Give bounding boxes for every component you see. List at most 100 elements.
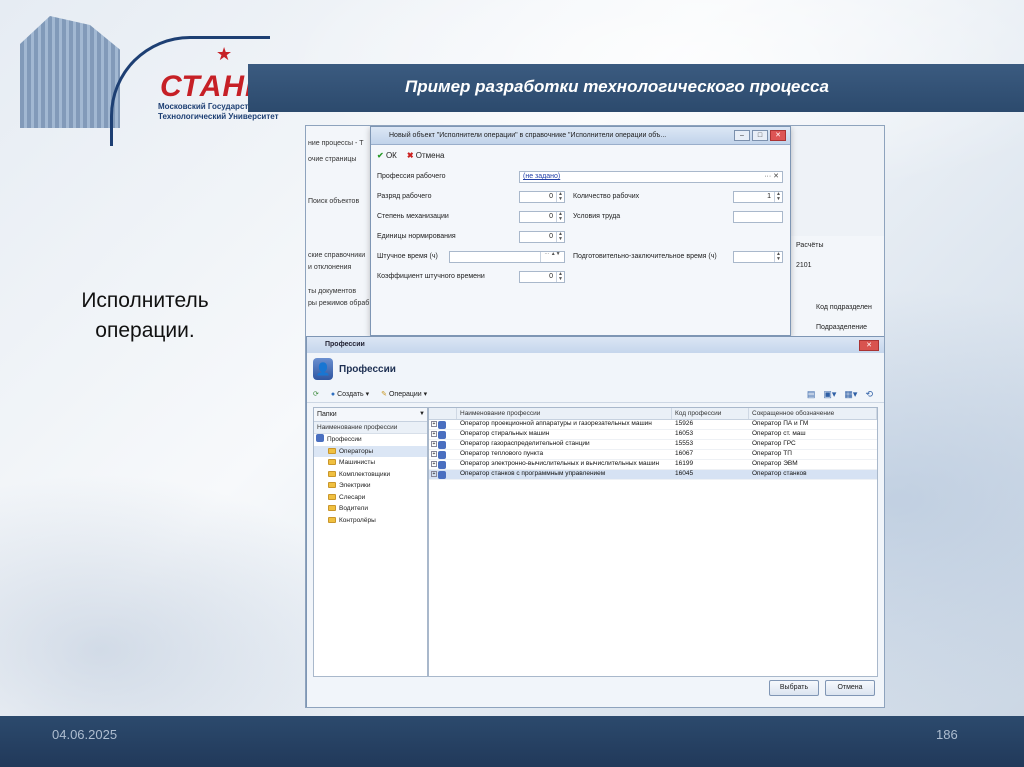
- folder-label: Электрики: [339, 482, 371, 489]
- executor-dialog: Новый объект "Исполнители операции" в сп…: [370, 126, 791, 336]
- ellipsis-spin-icon[interactable]: ··· ▲▼: [540, 252, 564, 262]
- background-app-right-panel: Расчёты 2101 Код подразделен Подразделен…: [790, 236, 884, 336]
- tree-root-label: Профессии: [327, 436, 362, 443]
- tree-folder[interactable]: Электрики: [314, 480, 427, 492]
- tree-root[interactable]: Профессии: [314, 434, 427, 446]
- reload-icon[interactable]: ⟲: [865, 389, 873, 400]
- folder-label: Слесари: [339, 493, 366, 501]
- cancel-button[interactable]: ✖ Отмена: [407, 151, 445, 160]
- filter-icon[interactable]: ▣▾: [823, 389, 836, 400]
- spin-icon[interactable]: ▲ ▼: [774, 252, 782, 262]
- table-row[interactable]: + Оператор газораспределительной станции…: [429, 440, 877, 450]
- cancel-label: Отмена: [415, 150, 445, 160]
- coef-stepper[interactable]: 0 ▲ ▼: [519, 271, 565, 283]
- cancel-button[interactable]: Отмена: [825, 680, 875, 696]
- ellipsis-clear-icon[interactable]: ··· ✕: [764, 172, 779, 182]
- tree-folder[interactable]: Слесари: [314, 492, 427, 504]
- grade-stepper[interactable]: 0 ▲ ▼: [519, 191, 565, 203]
- folder-label: Контролёры: [339, 516, 376, 524]
- tree-folder[interactable]: Машинисты: [314, 457, 427, 469]
- units-stepper[interactable]: 0 ▲ ▼: [519, 231, 565, 243]
- profession-field[interactable]: (не задано) ··· ✕: [519, 171, 783, 183]
- folder-icon: [328, 482, 336, 488]
- column-header-name[interactable]: Наименование профессии: [457, 408, 672, 419]
- expand-icon[interactable]: +: [431, 451, 437, 457]
- expand-icon[interactable]: +: [431, 421, 437, 427]
- ok-button[interactable]: ✔ ОК: [377, 151, 397, 160]
- operations-button[interactable]: ✎ Операции ▾: [381, 390, 427, 398]
- table-row[interactable]: + Оператор стиральных машин 16053 Операт…: [429, 430, 877, 440]
- table-row[interactable]: + Оператор проекционной аппаратуры и газ…: [429, 420, 877, 430]
- tree-folder[interactable]: Водители: [314, 503, 427, 515]
- folder-label: Машинисты: [339, 459, 376, 466]
- refresh-icon[interactable]: ⟳: [313, 390, 319, 398]
- prep-time-field[interactable]: ▲ ▼: [733, 251, 783, 263]
- profession-icon: [438, 471, 446, 479]
- spin-icon[interactable]: ▲ ▼: [774, 192, 782, 202]
- tab-calculations[interactable]: Расчёты: [796, 242, 824, 249]
- slide-page-number: 186: [936, 727, 958, 742]
- table-row[interactable]: + Оператор теплового пункта 16067 Операт…: [429, 450, 877, 460]
- units-label: Единицы нормирования: [377, 233, 456, 240]
- close-button[interactable]: ✕: [859, 340, 879, 351]
- workers-stepper[interactable]: 1 ▲ ▼: [733, 191, 783, 203]
- column-header-short[interactable]: Сокращенное обозначение: [749, 408, 877, 419]
- close-button[interactable]: ✕: [770, 130, 786, 141]
- cell-name: Оператор станков с программным управлени…: [460, 470, 606, 477]
- expand-icon[interactable]: +: [431, 461, 437, 467]
- minimize-button[interactable]: –: [734, 130, 750, 141]
- piece-time-field[interactable]: ··· ▲▼: [449, 251, 565, 263]
- table-row[interactable]: + Оператор станков с программным управле…: [429, 470, 877, 480]
- spin-icon[interactable]: ▲ ▼: [556, 212, 564, 222]
- expand-icon[interactable]: +: [431, 431, 437, 437]
- piece-time-label: Штучное время (ч): [377, 253, 438, 260]
- folders-panel: Папки ▼ Наименование профессии Профессии…: [313, 407, 428, 677]
- bg-col-header: Код подразделен: [816, 304, 872, 311]
- columns-icon[interactable]: ▦▾: [844, 389, 857, 400]
- profession-icon: [438, 441, 446, 449]
- workers-label: Количество рабочих: [573, 193, 640, 200]
- dialog-buttons: Выбрать Отмена: [769, 680, 875, 696]
- cell-name: Оператор газораспределительной станции: [460, 440, 590, 447]
- professions-toolbar: ⟳ ● Создать ▾ ✎ Операции ▾: [307, 385, 884, 403]
- maximize-button[interactable]: □: [752, 130, 768, 141]
- side-caption-line1: Исполнитель: [81, 289, 209, 312]
- row-icons: +: [429, 450, 457, 459]
- professions-dialog: Профессии ✕ 👤 Профессии ⟳ ● Создать ▾ ✎ …: [306, 336, 884, 707]
- bg-row: ты документов: [308, 288, 357, 295]
- row-icons: +: [429, 420, 457, 429]
- spin-icon[interactable]: ▲ ▼: [556, 192, 564, 202]
- group-icon[interactable]: ▤: [807, 389, 816, 400]
- professions-icon: [316, 434, 324, 442]
- professions-header-title: Профессии: [339, 363, 396, 375]
- mech-stepper[interactable]: 0 ▲ ▼: [519, 211, 565, 223]
- cell-code: 16199: [675, 460, 694, 467]
- spin-icon[interactable]: ▲ ▼: [556, 272, 564, 282]
- folders-dropdown[interactable]: Папки ▼: [314, 408, 427, 422]
- folder-icon: [328, 516, 336, 523]
- column-header-code[interactable]: Код профессии: [672, 408, 749, 419]
- operations-label: Операции: [388, 390, 422, 398]
- bg-row: ние процессы - Т: [308, 140, 364, 147]
- bg-row: Поиск объектов: [308, 198, 360, 205]
- tree-folder[interactable]: Контролёры: [314, 515, 427, 527]
- expand-icon[interactable]: +: [431, 441, 437, 447]
- profession-icon: [438, 461, 446, 469]
- conditions-field[interactable]: [733, 211, 783, 223]
- tree-folder[interactable]: Операторы: [314, 445, 427, 457]
- folder-label: Комплектовщики: [339, 470, 391, 478]
- prep-time-label: Подготовительно-заключительное время (ч): [573, 253, 717, 260]
- logo-subtitle-line2: Технологический Университет: [158, 112, 279, 121]
- slide-title: Пример разработки технологического проце…: [405, 77, 829, 96]
- side-caption: Исполнитель операции.: [40, 286, 250, 346]
- operations-icon: ✎: [381, 390, 388, 398]
- spin-icon[interactable]: ▲ ▼: [556, 232, 564, 242]
- tree-folder[interactable]: Комплектовщики: [314, 469, 427, 481]
- table-row[interactable]: + Оператор электронно-вычислительных и в…: [429, 460, 877, 470]
- select-button[interactable]: Выбрать: [769, 680, 819, 696]
- create-button[interactable]: ● Создать ▾: [331, 390, 369, 398]
- slide-date: 04.06.2025: [52, 727, 118, 742]
- cell-short: Оператор ст. маш: [752, 430, 806, 437]
- expand-icon[interactable]: +: [431, 471, 437, 477]
- professions-grid: Наименование профессии Код профессии Сок…: [428, 407, 878, 677]
